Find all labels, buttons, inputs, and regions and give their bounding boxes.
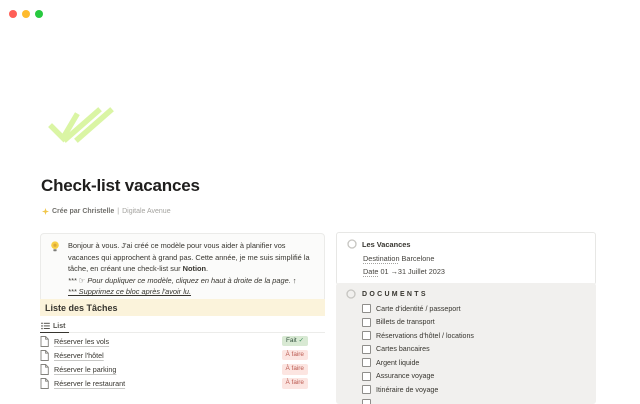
checkbox[interactable] xyxy=(362,331,371,340)
thought-bubble-icon xyxy=(347,239,357,249)
todo-item: Argent liquide xyxy=(362,356,586,370)
destination-value: Barcelone xyxy=(402,254,435,263)
task-title[interactable]: Réserver le restaurant xyxy=(54,379,277,388)
byline-separator: | xyxy=(117,208,119,215)
task-row[interactable]: Réserver le restaurant À faire xyxy=(40,377,325,391)
documents-header: DOCUMENTS xyxy=(346,289,586,299)
todo-label: Argent liquide xyxy=(376,359,419,367)
callout-bold: Notion xyxy=(183,264,206,273)
view-tab-bar: List xyxy=(40,320,325,333)
checkbox[interactable] xyxy=(362,304,371,313)
zoom-button[interactable] xyxy=(35,10,43,18)
todo-item: Cartes bancaires xyxy=(362,343,586,357)
window-controls xyxy=(9,10,43,18)
light-bulb-icon xyxy=(50,241,60,252)
tab-label: List xyxy=(53,323,65,330)
documents-block: DOCUMENTS Carte d'identité / passeport B… xyxy=(336,283,596,404)
status-badge[interactable]: À faire xyxy=(282,350,308,360)
date-label[interactable]: Date xyxy=(363,267,378,276)
documents-heading: DOCUMENTS xyxy=(362,291,428,298)
list-view-icon xyxy=(41,322,50,330)
callout-tip-line: *** ☞ Pour dupliquer ce modèle, cliquez … xyxy=(68,275,314,287)
todo-item: Billets de transport xyxy=(362,316,586,330)
checkbox[interactable] xyxy=(362,385,371,394)
todo-label: Carte d'identité / passeport xyxy=(376,305,461,313)
tasks-heading: Liste des Tâches xyxy=(40,299,325,316)
task-row[interactable]: Réserver l'hôtel À faire xyxy=(40,348,325,362)
status-badge[interactable]: Fait✓ xyxy=(282,336,308,346)
tab-list-view[interactable]: List xyxy=(40,320,69,333)
todo-label: Assurance voyage xyxy=(376,372,434,380)
status-badge[interactable]: À faire xyxy=(282,378,308,388)
todo-item: Assurance voyage xyxy=(362,370,586,384)
checkbox[interactable] xyxy=(362,358,371,367)
todo-item-partial xyxy=(362,397,586,404)
trip-card-header: Les Vacances xyxy=(347,239,585,249)
sparkle-icon xyxy=(42,208,49,215)
page-icon xyxy=(40,336,49,347)
trip-date: Date 01 →31 Juillet 2023 xyxy=(363,267,585,276)
trip-title: Les Vacances xyxy=(362,240,411,249)
callout-block: Bonjour à vous. J'ai créé ce modèle pour… xyxy=(40,233,325,305)
checkbox[interactable] xyxy=(362,345,371,354)
byline: Crée par Christelle | Digitale Avenue xyxy=(42,208,171,215)
callout-delete-line: *** Supprimez ce bloc après l'avoir lu. xyxy=(68,286,314,298)
task-row[interactable]: Réserver les vols Fait✓ xyxy=(40,334,325,348)
byline-author: Crée par Christelle xyxy=(52,208,114,215)
status-badge[interactable]: À faire xyxy=(282,364,308,374)
todo-label: Cartes bancaires xyxy=(376,345,430,353)
thought-bubble-icon xyxy=(346,289,356,299)
page-icon xyxy=(40,350,49,361)
task-row[interactable]: Réserver le parking À faire xyxy=(40,362,325,376)
documents-list: Carte d'identité / passeport Billets de … xyxy=(346,302,586,404)
byline-brand: Digitale Avenue xyxy=(122,208,171,215)
todo-item: Itinéraire de voyage xyxy=(362,383,586,397)
task-list: Réserver les vols Fait✓ Réserver l'hôtel… xyxy=(40,334,325,391)
task-title[interactable]: Réserver les vols xyxy=(54,337,277,346)
check-icon: ✓ xyxy=(299,337,304,344)
trip-card: Les Vacances Destination Barcelone Date … xyxy=(336,232,596,285)
checkbox[interactable] xyxy=(362,372,371,381)
date-value: 01 →31 Juillet 2023 xyxy=(380,267,445,276)
page-title[interactable]: Check-list vacances xyxy=(41,176,200,196)
checkbox[interactable] xyxy=(362,318,371,327)
task-title[interactable]: Réserver le parking xyxy=(54,365,277,374)
trip-destination: Destination Barcelone xyxy=(363,254,585,263)
page-icon xyxy=(40,378,49,389)
destination-label[interactable]: Destination xyxy=(363,254,400,263)
checkmarks-icon xyxy=(48,103,120,145)
checkmarks-decoration xyxy=(48,103,120,145)
todo-label: Billets de transport xyxy=(376,318,435,326)
minimize-button[interactable] xyxy=(22,10,30,18)
callout-text: Bonjour à vous. J'ai créé ce modèle pour… xyxy=(68,241,310,273)
todo-label: Réservations d'hôtel / locations xyxy=(376,332,474,340)
todo-item: Carte d'identité / passeport xyxy=(362,302,586,316)
close-button[interactable] xyxy=(9,10,17,18)
todo-item: Réservations d'hôtel / locations xyxy=(362,329,586,343)
todo-label: Itinéraire de voyage xyxy=(376,386,438,394)
task-title[interactable]: Réserver l'hôtel xyxy=(54,351,277,360)
page-icon xyxy=(40,364,49,375)
